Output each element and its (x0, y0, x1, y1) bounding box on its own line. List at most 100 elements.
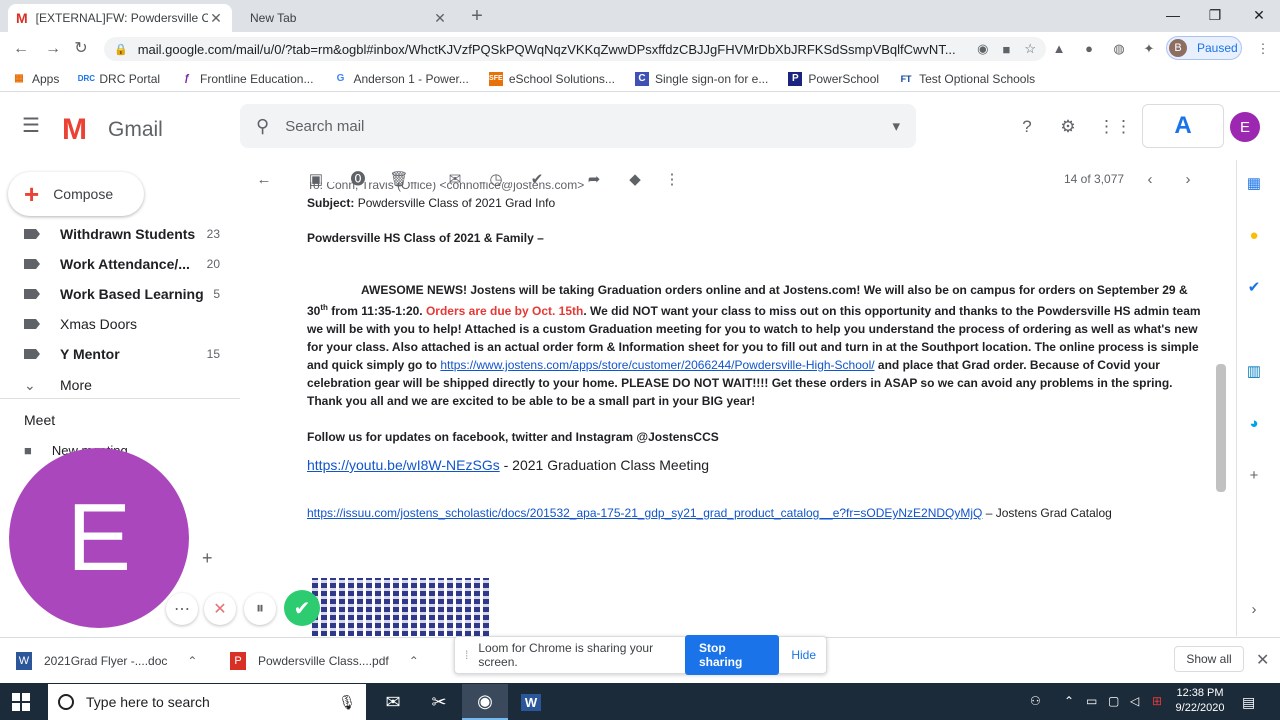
address-bar[interactable]: 🔒 mail.google.com/mail/u/0/?tab=rm&ogbl#… (104, 37, 1046, 61)
close-tab-icon[interactable]: ✕ (432, 10, 448, 27)
mail-app-icon[interactable]: ✉ (370, 684, 416, 720)
loom-finish-check-icon[interactable]: ✔ (284, 590, 320, 626)
add-hangout-plus-icon[interactable]: + (202, 548, 213, 569)
search-icon[interactable]: ⚲ (256, 116, 269, 137)
email-body: To: Conn, Travis (Office) <connoffice@jo… (307, 182, 1203, 522)
bookmark-eschool[interactable]: SFE eSchool Solutions... (488, 71, 615, 86)
search-options-chevron-icon[interactable]: ▾ (892, 117, 900, 135)
new-tab-plus-icon[interactable]: + (466, 6, 488, 26)
back-to-inbox-icon[interactable]: ← (254, 170, 274, 190)
word-app-icon[interactable]: W (508, 684, 554, 720)
download-options-chevron-icon[interactable]: ⌃ (187, 654, 197, 668)
subject-line: Subject: Powdersville Class of 2021 Grad… (307, 196, 556, 210)
label-tag-icon (24, 349, 40, 359)
taskbar-search[interactable]: Type here to search 🎙 (48, 684, 366, 720)
sidebar-label-y-mentor[interactable]: Y Mentor 15 (24, 343, 220, 365)
compose-button[interactable]: + Compose (8, 172, 144, 216)
cortana-circle-icon (58, 694, 74, 710)
people-icon[interactable]: ⚇ (1030, 694, 1041, 708)
qr-code-overlay (312, 578, 490, 636)
sidebar-divider (0, 398, 240, 399)
taskbar-clock[interactable]: 12:38 PM 9/22/2020 (1172, 686, 1228, 716)
bookmark-frontline[interactable]: ƒ Frontline Education... (180, 72, 313, 86)
drag-handle-icon[interactable]: ⁞ (465, 648, 468, 662)
show-side-panel-chevron-icon[interactable]: › (1244, 600, 1264, 620)
organization-logo-icon[interactable]: A (1142, 104, 1224, 148)
issuu-catalog-link[interactable]: https://issuu.com/jostens_scholastic/doc… (307, 506, 982, 520)
email-scrollbar[interactable] (1216, 364, 1226, 492)
forward-arrow-icon[interactable]: → (42, 39, 64, 59)
bookmark-test-optional[interactable]: FT Test Optional Schools (899, 72, 1036, 86)
gmail-logo[interactable]: M Gmail (62, 113, 163, 147)
reload-icon[interactable]: ↻ (70, 39, 92, 59)
keep-icon[interactable]: ● (1244, 226, 1264, 246)
help-icon[interactable]: ? (1016, 116, 1038, 138)
star-icon[interactable]: ☆ (1024, 41, 1036, 57)
gmail-favicon-icon: M (16, 10, 28, 26)
sidebar-label-work-based-learning[interactable]: Work Based Learning 5 (24, 283, 220, 305)
extension-circle-icon[interactable]: ● (1080, 41, 1098, 57)
profile-button[interactable]: B Paused (1166, 36, 1242, 60)
pdf-file-icon: P (230, 652, 246, 670)
notifications-icon[interactable]: ▤ (1242, 694, 1255, 711)
chrome-extension-icon[interactable]: ◍ (1110, 41, 1128, 57)
back-arrow-icon[interactable]: ← (10, 39, 32, 59)
browser-menu-icon[interactable]: ⋮ (1254, 41, 1272, 57)
main-menu-icon[interactable]: ☰ (22, 115, 44, 137)
youtube-link[interactable]: https://youtu.be/wI8W-NEzSGs (307, 457, 500, 473)
eye-icon[interactable]: ◉ (977, 41, 988, 57)
close-downloads-icon[interactable]: ✕ (1256, 650, 1269, 670)
sidebar-label-withdrawn-students[interactable]: Withdrawn Students 23 (24, 223, 220, 245)
chrome-app-icon[interactable]: ◉ (462, 684, 508, 720)
show-all-downloads-button[interactable]: Show all (1174, 646, 1244, 672)
window-close-icon[interactable]: ✕ (1236, 4, 1280, 26)
camera-icon[interactable]: ■ (1002, 42, 1010, 57)
sidebar-label-work-attendance[interactable]: Work Attendance/... 20 (24, 253, 220, 275)
loom-more-icon[interactable]: ⋯ (166, 593, 198, 625)
bookmark-drc-portal[interactable]: DRC DRC Portal (78, 72, 160, 86)
search-input[interactable]: Search mail (285, 118, 892, 135)
addon-circle-icon[interactable]: ◕ (1244, 414, 1264, 434)
stop-sharing-button[interactable]: Stop sharing (684, 635, 780, 675)
jostens-store-link[interactable]: https://www.jostens.com/apps/store/custo… (440, 358, 874, 372)
loom-cancel-icon[interactable]: ✕ (204, 593, 236, 625)
microphone-icon[interactable]: 🎙 (338, 694, 356, 711)
download-item-pdf[interactable]: P Powdersville Class....pdf ⌃ (230, 650, 419, 672)
network-icon[interactable]: ▢ (1108, 694, 1119, 708)
app-tray-icon[interactable]: ⊞ (1152, 694, 1162, 708)
eschool-icon: SFE (488, 71, 503, 86)
sidebar-label-xmas-doors[interactable]: Xmas Doors (24, 313, 220, 335)
battery-icon[interactable]: ▭ (1086, 694, 1097, 708)
tab-new-tab[interactable]: New Tab ✕ (234, 4, 456, 32)
drive-extension-icon[interactable]: ▲ (1050, 41, 1068, 57)
bookmark-powerschool[interactable]: P PowerSchool (788, 71, 879, 86)
loom-pause-icon[interactable]: ⏸ (244, 593, 276, 625)
settings-gear-icon[interactable]: ⚙ (1057, 116, 1079, 138)
sidebar-more[interactable]: ⌄ More (24, 374, 220, 396)
bookmark-apps[interactable]: ▦ Apps (12, 72, 59, 86)
tray-chevron-icon[interactable]: ⌃ (1064, 694, 1074, 708)
minimize-icon[interactable]: — (1150, 4, 1196, 26)
close-tab-icon[interactable]: ✕ (208, 10, 224, 27)
hide-button[interactable]: Hide (791, 648, 816, 662)
bookmark-anderson[interactable]: G Anderson 1 - Power... (333, 72, 469, 86)
taskbar-search-input[interactable]: Type here to search (86, 694, 338, 710)
maximize-icon[interactable]: ❐ (1192, 4, 1238, 26)
snipping-app-icon[interactable]: ✂ (416, 684, 462, 720)
lock-icon: 🔒 (114, 43, 128, 56)
tasks-icon[interactable]: ✔ (1244, 278, 1264, 298)
account-avatar[interactable]: E (1230, 112, 1260, 142)
bookmark-sso[interactable]: C Single sign-on for e... (634, 71, 768, 86)
download-options-chevron-icon[interactable]: ⌃ (409, 654, 419, 668)
puzzle-extensions-icon[interactable]: ✦ (1140, 41, 1158, 57)
tab-gmail[interactable]: M [EXTERNAL]FW: Powdersville Clas ✕ (8, 4, 232, 32)
volume-icon[interactable]: ◁ (1130, 694, 1139, 708)
loom-camera-bubble[interactable]: E (9, 448, 189, 628)
download-item-doc[interactable]: W 2021Grad Flyer -....doc ⌃ (16, 650, 197, 672)
windows-start-icon[interactable] (12, 693, 30, 711)
search-bar[interactable]: ⚲ Search mail ▾ (240, 104, 916, 148)
get-addons-plus-icon[interactable]: + (1244, 466, 1264, 486)
calendar-icon[interactable]: ▦ (1244, 174, 1264, 194)
google-apps-icon[interactable]: ⋮⋮ (1098, 116, 1132, 138)
trello-icon[interactable]: ▥ (1244, 362, 1264, 382)
